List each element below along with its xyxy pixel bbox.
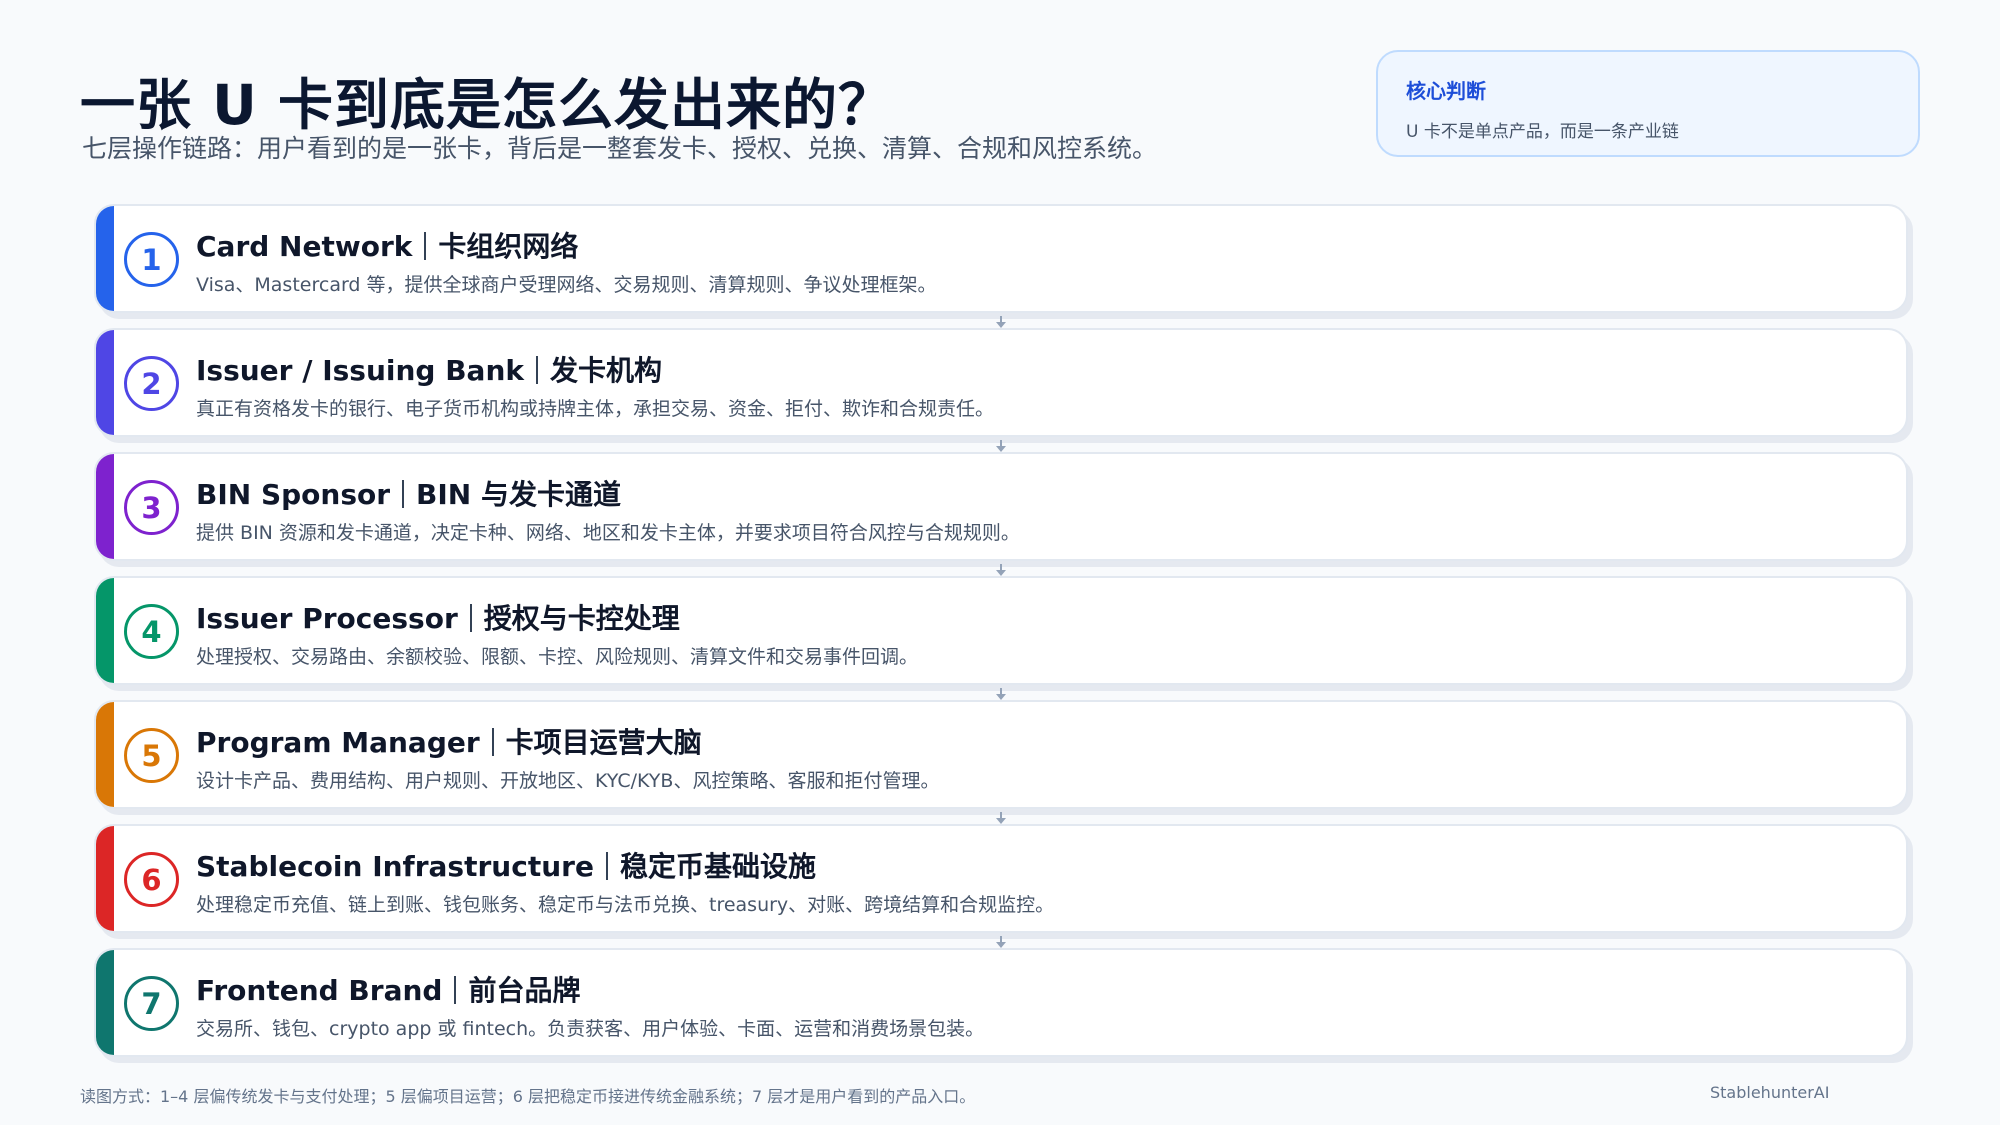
layer-color-bar <box>96 578 114 683</box>
layer-color-bar <box>96 454 114 559</box>
layer-title-en: Card Network <box>196 230 413 263</box>
layer-card-4: 4 Issuer Processor 授权与卡控处理 处理授权、交易路由、余额校验… <box>94 576 1908 685</box>
layer-heading: Stablecoin Infrastructure 稳定币基础设施 <box>196 845 816 885</box>
layer-title-separator <box>424 232 427 260</box>
layer-title-zh: 卡组织网络 <box>438 230 579 263</box>
layer-number-badge: 6 <box>124 852 179 907</box>
layer-title-separator <box>491 728 494 756</box>
layer-title-en: Stablecoin Infrastructure <box>196 850 594 883</box>
layer-title-zh: 发卡机构 <box>550 354 663 387</box>
layer-title-separator <box>402 480 405 508</box>
layer-title-separator <box>536 356 539 384</box>
layer-description: 交易所、钱包、crypto app 或 fintech。负责获客、用户体验、卡面… <box>196 1018 985 1040</box>
layer-card-6: 6 Stablecoin Infrastructure 稳定币基础设施 处理稳定币… <box>94 824 1908 933</box>
page-title: 一张 U 卡到底是怎么发出来的？ <box>80 73 894 137</box>
layer-title-zh: BIN 与发卡通道 <box>416 478 621 511</box>
layer-description: 设计卡产品、费用结构、用户规则、开放地区、KYC/KYB、风控策略、客服和拒付管… <box>196 770 940 792</box>
layer-title-en: Issuer / Issuing Bank <box>196 354 525 387</box>
layer-color-bar <box>96 330 114 435</box>
layer-title-zh: 授权与卡控处理 <box>483 602 680 635</box>
layer-description: 提供 BIN 资源和发卡通道，决定卡种、网络、地区和发卡主体，并要求项目符合风控… <box>196 522 1020 544</box>
layer-number-badge: 5 <box>124 728 179 783</box>
layer-title-en: Issuer Processor <box>196 602 458 635</box>
layer-heading: Issuer / Issuing Bank 发卡机构 <box>196 349 662 389</box>
layer-heading: BIN Sponsor BIN 与发卡通道 <box>196 473 621 513</box>
layer-color-bar <box>96 826 114 931</box>
layer-card-3: 3 BIN Sponsor BIN 与发卡通道 提供 BIN 资源和发卡通道，决定… <box>94 452 1908 561</box>
layer-description: 真正有资格发卡的银行、电子货币机构或持牌主体，承担交易、资金、拒付、欺诈和合规责… <box>196 398 995 420</box>
layer-card-7: 7 Frontend Brand 前台品牌 交易所、钱包、crypto app 或… <box>94 948 1908 1057</box>
layer-heading: Issuer Processor 授权与卡控处理 <box>196 597 680 637</box>
layer-heading: Program Manager 卡项目运营大脑 <box>196 721 702 761</box>
page-subtitle: 七层操作链路：用户看到的是一张卡，背后是一整套发卡、授权、兑换、清算、合规和风控… <box>82 134 1158 163</box>
layer-title-separator <box>454 976 457 1004</box>
layer-number-badge: 3 <box>124 480 179 535</box>
layer-title-en: Frontend Brand <box>196 974 443 1007</box>
layer-heading: Frontend Brand 前台品牌 <box>196 969 580 1009</box>
footer-reading-note: 读图方式：1–4 层偏传统发卡与支付处理；5 层偏项目运营；6 层把稳定币接进传… <box>80 1087 976 1106</box>
layer-number-badge: 7 <box>124 976 179 1031</box>
layer-card-2: 2 Issuer / Issuing Bank 发卡机构 真正有资格发卡的银行、电… <box>94 328 1908 437</box>
layer-title-en: Program Manager <box>196 726 480 759</box>
layer-color-bar <box>96 702 114 807</box>
layer-number-badge: 4 <box>124 604 179 659</box>
core-judgment-callout: 核心判断 U 卡不是单点产品，而是一条产业链 <box>1376 50 1920 157</box>
layer-card-1: 1 Card Network 卡组织网络 Visa、Mastercard 等，提供… <box>94 204 1908 313</box>
core-judgment-title: 核心判断 <box>1406 79 1486 103</box>
layer-color-bar <box>96 206 114 311</box>
layer-title-en: BIN Sponsor <box>196 478 391 511</box>
layer-title-zh: 稳定币基础设施 <box>619 850 816 883</box>
layer-card-5: 5 Program Manager 卡项目运营大脑 设计卡产品、费用结构、用户规则… <box>94 700 1908 809</box>
layer-number-badge: 2 <box>124 356 179 411</box>
footer-brand: StablehunterAI <box>1710 1083 1830 1102</box>
layer-description: 处理稳定币充值、链上到账、钱包账务、稳定币与法币兑换、treasury、对账、跨… <box>196 894 1055 916</box>
layer-title-separator <box>605 852 608 880</box>
layer-color-bar <box>96 950 114 1055</box>
layer-description: Visa、Mastercard 等，提供全球商户受理网络、交易规则、清算规则、争… <box>196 274 937 296</box>
layer-number-badge: 1 <box>124 232 179 287</box>
layer-title-zh: 前台品牌 <box>468 974 581 1007</box>
layer-description: 处理授权、交易路由、余额校验、限额、卡控、风险规则、清算文件和交易事件回调。 <box>196 646 919 668</box>
layer-title-separator <box>469 604 472 632</box>
layer-heading: Card Network 卡组织网络 <box>196 225 578 265</box>
layer-title-zh: 卡项目运营大脑 <box>505 726 702 759</box>
core-judgment-text: U 卡不是单点产品，而是一条产业链 <box>1406 122 1679 142</box>
